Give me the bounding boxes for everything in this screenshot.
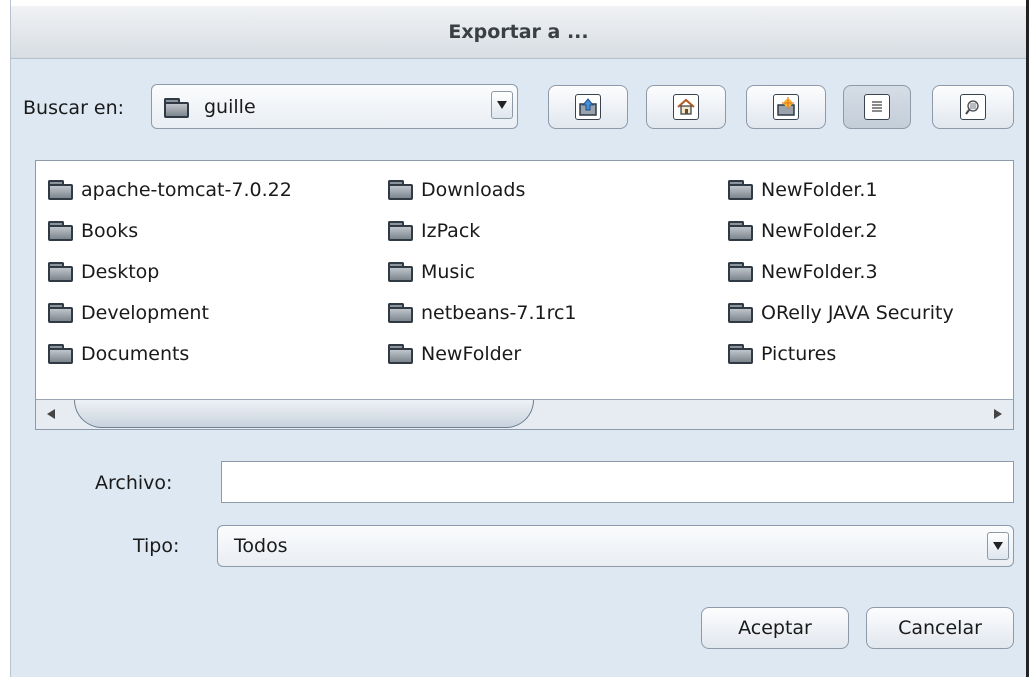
folder-icon — [48, 261, 73, 282]
folder-icon — [728, 302, 753, 323]
folder-icon — [728, 343, 753, 364]
list-item[interactable]: NewFolder.2 — [728, 210, 1013, 251]
list-item[interactable]: NewFolder.1 — [728, 169, 1013, 210]
details-view-icon — [960, 94, 986, 120]
list-view-button[interactable] — [843, 85, 911, 129]
look-in-value: guille — [204, 96, 256, 118]
home-icon — [673, 94, 699, 120]
list-item[interactable]: Development — [48, 292, 388, 333]
list-item[interactable]: Books — [48, 210, 388, 251]
cancel-button[interactable]: Cancelar — [866, 607, 1014, 649]
list-item[interactable]: NewFolder — [388, 333, 728, 374]
list-item[interactable]: IzPack — [388, 210, 728, 251]
file-name-field[interactable] — [221, 461, 1014, 503]
file-type-value: Todos — [234, 535, 288, 557]
folder-icon — [728, 261, 753, 282]
up-folder-icon — [575, 94, 601, 120]
title-bar[interactable]: Exportar a ... — [11, 6, 1026, 59]
list-item[interactable]: Documents — [48, 333, 388, 374]
look-in-combo[interactable]: guille — [151, 84, 518, 129]
new-folder-icon — [773, 94, 799, 120]
chevron-down-icon[interactable] — [491, 91, 513, 119]
look-in-label: Buscar en: — [23, 97, 125, 119]
scroll-left-icon[interactable] — [36, 400, 66, 428]
list-item[interactable]: Pictures — [728, 333, 1013, 374]
details-view-button[interactable] — [932, 85, 1014, 129]
scroll-right-icon[interactable] — [983, 400, 1013, 428]
list-item[interactable]: ORelly JAVA Security — [728, 292, 1013, 333]
list-item[interactable]: apache-tomcat-7.0.22 — [48, 169, 388, 210]
folder-icon — [388, 179, 413, 200]
list-item[interactable]: Music — [388, 251, 728, 292]
folder-icon — [388, 220, 413, 241]
folder-icon — [164, 97, 189, 118]
file-type-label: Tipo: — [133, 535, 180, 557]
list-item[interactable]: Desktop — [48, 251, 388, 292]
folder-icon — [48, 179, 73, 200]
file-type-select[interactable]: Todos — [217, 525, 1014, 567]
accept-button[interactable]: Aceptar — [701, 607, 849, 649]
file-name-label: Archivo: — [95, 472, 173, 494]
file-list[interactable]: apache-tomcat-7.0.22 Downloads NewFolder… — [35, 160, 1014, 430]
folder-icon — [388, 343, 413, 364]
horizontal-scrollbar[interactable] — [36, 399, 1013, 429]
folder-icon — [48, 302, 73, 323]
folder-icon — [728, 179, 753, 200]
folder-icon — [728, 220, 753, 241]
folder-icon — [388, 302, 413, 323]
new-folder-button[interactable] — [746, 85, 826, 129]
list-item[interactable]: Downloads — [388, 169, 728, 210]
home-button[interactable] — [646, 85, 726, 129]
folder-icon — [48, 220, 73, 241]
up-folder-button[interactable] — [548, 85, 628, 129]
folder-icon — [48, 343, 73, 364]
chevron-down-icon[interactable] — [987, 532, 1009, 560]
dialog-title: Exportar a ... — [448, 21, 589, 43]
folder-icon — [388, 261, 413, 282]
list-item[interactable]: netbeans-7.1rc1 — [388, 292, 728, 333]
window-frame-left — [0, 0, 11, 677]
list-view-icon — [864, 94, 890, 120]
scrollbar-thumb[interactable] — [74, 400, 534, 428]
list-item[interactable]: NewFolder.3 — [728, 251, 1013, 292]
